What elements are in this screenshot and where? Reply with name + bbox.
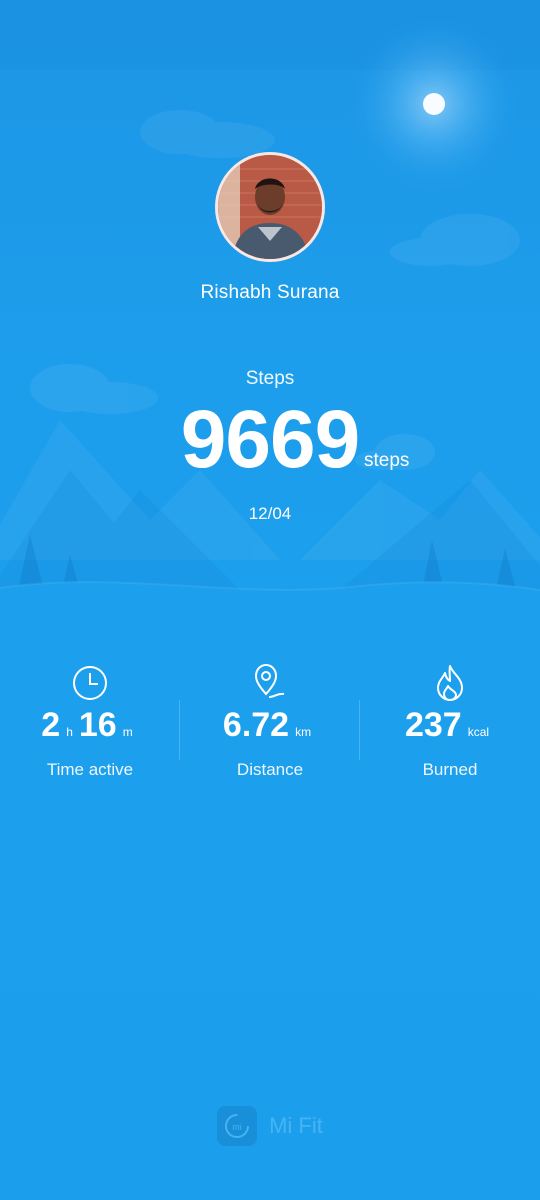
burned-label: Burned — [422, 760, 478, 779]
activity-stats: 2 h 16 m Time active 6.72 km Distance 23… — [0, 664, 540, 784]
steps-label: Steps — [245, 368, 295, 389]
sun-icon — [423, 93, 445, 115]
avatar-photo — [218, 155, 322, 259]
steps-count: 9669 — [180, 394, 360, 485]
profile-section: Rishabh Surana — [0, 152, 540, 304]
steps-date: 12/04 — [248, 504, 292, 523]
time-active-label: Time active — [46, 760, 134, 779]
steps-unit: steps — [364, 450, 410, 471]
brand-footer: mi Mi Fit — [0, 1106, 540, 1146]
time-active-minutes: 16 — [78, 706, 117, 744]
brand-name: Mi Fit — [269, 1113, 323, 1138]
burned-value: 237 — [404, 706, 462, 744]
time-active-hours: 2 — [41, 706, 61, 744]
mi-logo-text: mi — [232, 1122, 242, 1132]
steps-summary[interactable]: Steps 9669 steps 12/04 — [0, 368, 540, 524]
distance-label: Distance — [236, 760, 304, 779]
burned-unit: kcal — [467, 725, 490, 739]
sky-scenery-illustration — [0, 0, 540, 620]
mi-fit-logo-icon: mi — [217, 1106, 258, 1146]
time-active-hours-unit: h — [66, 725, 73, 739]
time-active-minutes-unit: m — [122, 725, 133, 739]
distance-unit: km — [295, 725, 312, 739]
stat-distance[interactable]: 6.72 km Distance — [180, 664, 360, 780]
avatar[interactable] — [215, 152, 325, 262]
user-name: Rishabh Surana — [200, 282, 340, 303]
location-pin-icon — [254, 664, 285, 698]
flame-icon — [437, 665, 463, 701]
stat-time-active[interactable]: 2 h 16 m Time active — [0, 664, 180, 780]
mi-logo-ring: mi — [225, 1114, 250, 1138]
home-screen: Rishabh Surana Steps 9669 steps 12/04 2h… — [0, 0, 540, 1200]
clock-icon — [73, 666, 107, 700]
stat-burned[interactable]: 237 kcal Burned — [360, 664, 540, 780]
distance-value: 6.72 — [222, 706, 290, 744]
